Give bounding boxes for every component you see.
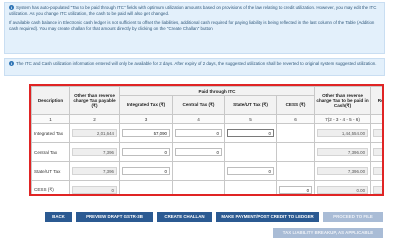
cash-value: 7,396.00 (317, 148, 369, 156)
info-alert-two-days: i The ITC and Cash utilization informatio… (4, 58, 385, 76)
info-alert-credit-utilization: i System has auto-populated "Tax to be pa… (4, 2, 385, 54)
payable-value: 0 (72, 186, 117, 194)
header-paid-through-itc: Paid through ITC (118, 86, 316, 96)
header-reverse-charge-truncated: Rev (370, 86, 382, 115)
info-text-3: The ITC and Cash utilization information… (16, 61, 377, 66)
row-label: Integrated Tax (31, 123, 70, 143)
colnum-7: 7(2 - 3 - 4 - 5 - 6) (314, 114, 372, 124)
state-ut-tax-itc-input[interactable]: 0 (227, 129, 274, 137)
integrated-tax-itc-input[interactable]: 0 (122, 167, 170, 175)
state-ut-tax-itc-input[interactable]: 0 (227, 167, 274, 175)
state-ut-tax-itc-empty (224, 142, 277, 162)
integrated-tax-itc-input[interactable]: 0 (122, 148, 170, 156)
cess-itc-empty (275, 161, 316, 181)
state-ut-tax-itc-empty (224, 180, 277, 194)
info-text-2: If available cash balance in Electronic … (9, 20, 375, 31)
reverse-charge-value-truncated (373, 148, 382, 156)
header-integrated-tax: Integrated Tax (₹) (119, 95, 173, 115)
reverse-charge-value-truncated (373, 129, 382, 137)
cash-value: 0.00 (317, 186, 369, 194)
header-central-tax: Central Tax (₹) (172, 95, 225, 115)
make-payment-button[interactable]: MAKE PAYMENT/POST CREDIT TO LEDGER (216, 212, 319, 222)
colnum-6: 6 (275, 114, 316, 124)
cess-itc-empty (275, 142, 316, 162)
header-cess: CESS (₹) (275, 95, 316, 115)
colnum-5: 5 (224, 114, 277, 124)
payable-value: 7,396 (72, 148, 117, 156)
row-label: CESS (₹) (31, 180, 70, 194)
info-text-1: System has auto-populated "Tax to be pai… (9, 5, 377, 16)
header-description: Description (31, 86, 70, 115)
tax-payment-table-container[interactable]: Description Other than reverse charge Ta… (29, 84, 384, 196)
colnum-8 (370, 114, 382, 124)
row-label: State/UT Tax (31, 161, 70, 181)
central-tax-itc-input[interactable]: 0 (175, 129, 222, 137)
table-row-cess: CESS (₹) 0 0 0.00 (31, 180, 382, 194)
reverse-charge-value-truncated (373, 186, 382, 194)
central-tax-itc-empty (172, 161, 225, 181)
payable-value: 2,01,644 (72, 129, 117, 137)
central-tax-itc-input[interactable]: 0 (175, 148, 222, 156)
back-button[interactable]: BACK (45, 212, 72, 222)
integrated-tax-itc-empty (119, 180, 173, 194)
table-row-central-tax: Central Tax 7,396 0 0 7,396.00 (31, 142, 382, 162)
preview-draft-gstr3b-button[interactable]: PREVIEW DRAFT GSTR-3B (76, 212, 153, 222)
reverse-charge-value-truncated (373, 167, 382, 175)
cess-itc-empty (275, 123, 316, 143)
info-icon: i (9, 5, 14, 11)
header-tax-paid-in-cash: Other than reverse charge Tax to be paid… (314, 86, 372, 115)
cash-value: 7,396.00 (317, 167, 369, 175)
row-label: Central Tax (31, 142, 70, 162)
info-icon: i (9, 61, 14, 67)
tax-liability-breakup-button[interactable]: TAX LIABILITY BREAKUP, AS APPLICABLE (273, 228, 383, 238)
tax-payment-table: Description Other than reverse charge Ta… (31, 86, 382, 194)
colnum-4: 4 (172, 114, 225, 124)
header-other-than-reverse-charge: Other than reverse charge Tax payable (₹… (69, 86, 120, 115)
colnum-1: 1 (31, 114, 70, 124)
table-row-state-ut-tax: State/UT Tax 7,396 0 0 7,396.00 (31, 161, 382, 181)
cess-itc-input[interactable]: 0 (279, 186, 313, 194)
central-tax-itc-empty (172, 180, 225, 194)
integrated-tax-itc-input[interactable]: 57,090 (122, 129, 170, 137)
header-state-ut-tax: State/UT Tax (₹) (224, 95, 277, 115)
proceed-to-file-button[interactable]: PROCEED TO FILE (323, 212, 383, 222)
colnum-2: 2 (69, 114, 120, 124)
create-challan-button[interactable]: CREATE CHALLAN (157, 212, 212, 222)
table-row-integrated-tax: Integrated Tax 2,01,644 57,090 0 0 1,44,… (31, 123, 382, 143)
cash-value: 1,44,554.00 (317, 129, 369, 137)
colnum-3: 3 (119, 114, 173, 124)
payable-value: 7,396 (72, 167, 117, 175)
